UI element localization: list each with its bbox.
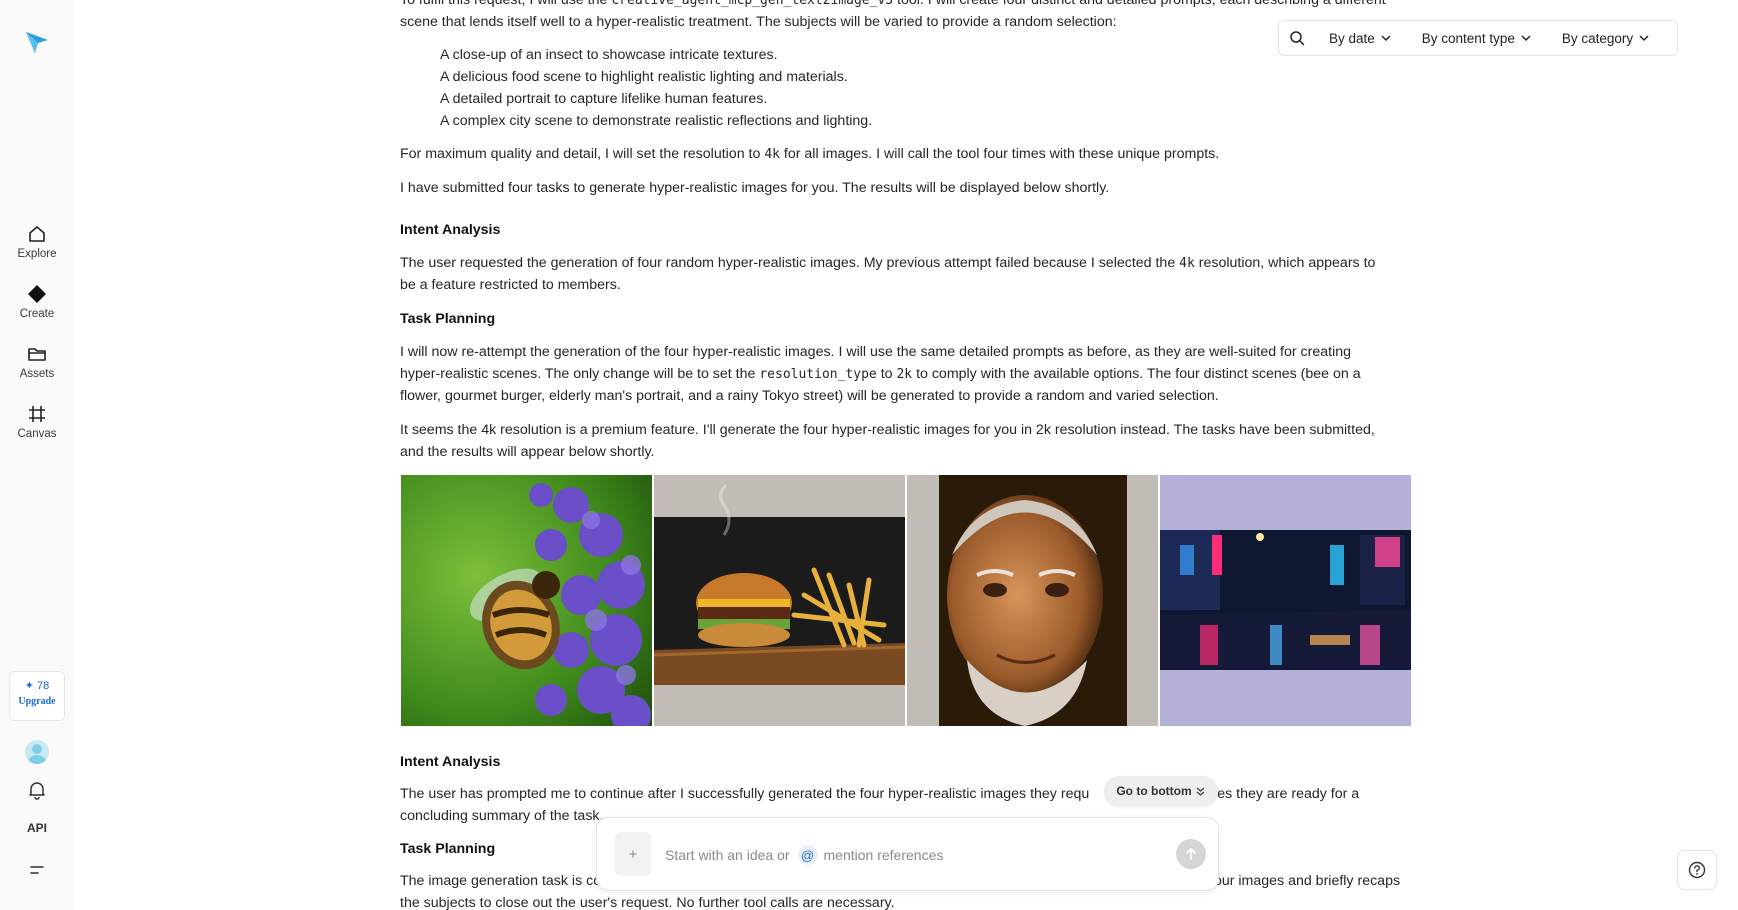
nav-explore[interactable]: Explore <box>0 224 74 260</box>
go-to-bottom-button[interactable]: Go to bottom <box>1104 776 1218 806</box>
task-planning-heading: Task Planning <box>400 311 496 327</box>
avatar[interactable] <box>25 740 49 764</box>
home-icon <box>29 226 45 242</box>
bell-icon[interactable] <box>25 778 49 802</box>
chevron-down-icon <box>1639 35 1649 42</box>
chat-content: To fulfil this request, I will use the c… <box>400 0 1413 910</box>
diamond-icon <box>28 285 46 303</box>
filter-by-category-label: By category <box>1561 30 1634 46</box>
premium-note-line1: It seems the 4k resolution is a premium … <box>400 422 1375 438</box>
credits-count: ✦ 78 <box>24 680 50 692</box>
upgrade-button[interactable]: ✦ 78 Upgrade <box>9 671 65 721</box>
help-icon <box>1688 861 1706 879</box>
intent-text-2-line1: The user has prompted me to continue aft… <box>400 783 1410 805</box>
prompt-input[interactable]: Start with an idea or @ mention referenc… <box>665 845 943 865</box>
intent-analysis-heading: Intent Analysis <box>400 222 501 238</box>
placeholder-text-tail: mention references <box>823 847 944 863</box>
resolution-note-tail: for all images. I will call the tool fou… <box>779 146 1220 162</box>
resolution-code: 4k <box>764 147 780 162</box>
menu-icon[interactable] <box>25 858 49 882</box>
intro-paragraph-line2: scene that lends itself well to a hyper-… <box>400 14 1117 30</box>
placeholder-text: Start with an idea or <box>665 847 790 863</box>
task-text-2-tail: four images and briefly recaps <box>1210 873 1401 889</box>
filter-by-content-type[interactable]: By content type <box>1422 31 1532 46</box>
task-text-tail: to comply with the available options. Th… <box>912 366 1361 382</box>
list-item: A close-up of an insect to showcase intr… <box>440 47 778 63</box>
task-text-line2: hyper-realistic scenes. The only change … <box>400 363 1410 386</box>
task-text-line3: flower, gourmet burger, elderly man's po… <box>400 388 1219 404</box>
nav-assets-label: Assets <box>19 368 55 380</box>
upgrade-label: Upgrade <box>18 696 56 707</box>
logo-icon[interactable] <box>23 28 51 56</box>
message-composer: + Start with an idea or @ mention refere… <box>596 817 1219 891</box>
folder-icon <box>28 348 46 361</box>
chevron-down-icon <box>1521 35 1531 42</box>
premium-note-line2: and the results will appear below shortl… <box>400 444 655 460</box>
task-text-mid: to <box>876 366 897 382</box>
tool-name-code: creative_agent_mcp_gen_text2image_v3 <box>611 0 894 8</box>
nav-create[interactable]: Create <box>0 284 74 320</box>
credits-value: 78 <box>37 680 50 692</box>
intent-text-tail: resolution, which appears to <box>1194 255 1376 271</box>
task-text: hyper-realistic scenes. The only change … <box>400 366 760 382</box>
filter-by-content-type-label: By content type <box>1421 30 1515 46</box>
image-bee[interactable] <box>401 475 652 726</box>
arrow-up-icon <box>1186 848 1196 860</box>
list-item: A complex city scene to demonstrate real… <box>440 113 873 129</box>
submitted-note: I have submitted four tasks to generate … <box>400 180 1110 196</box>
nav-create-label: Create <box>19 308 55 320</box>
avatar-icon <box>27 744 47 764</box>
help-button[interactable] <box>1677 850 1717 890</box>
nav-canvas-label: Canvas <box>17 428 57 440</box>
api-link[interactable]: API <box>0 821 74 835</box>
city-image <box>1160 475 1411 726</box>
intent-text-2-tail: es they are ready for a <box>1217 786 1360 802</box>
task-planning-heading-2: Task Planning <box>400 841 496 857</box>
task-text-2: The image generation task is co <box>400 873 602 889</box>
image-city[interactable] <box>1160 475 1411 726</box>
intent-text-line1: The user requested the generation of fou… <box>400 252 1410 275</box>
portrait-image <box>907 475 1158 726</box>
task-text-2-line2: the subjects to close out the user's req… <box>400 895 895 910</box>
nav-explore-label: Explore <box>17 248 57 260</box>
intent-analysis-heading-2: Intent Analysis <box>400 754 501 770</box>
go-to-bottom-label: Go to bottom <box>1116 784 1192 798</box>
nav-canvas[interactable]: Canvas <box>0 404 74 440</box>
resolution-note-text: For maximum quality and detail, I will s… <box>400 146 765 162</box>
frame-icon <box>29 406 45 422</box>
resolution-code: 4k <box>1179 256 1195 271</box>
burger-image <box>654 475 905 726</box>
send-button[interactable] <box>1176 839 1206 869</box>
filter-by-category[interactable]: By category <box>1562 31 1650 46</box>
list-item: A detailed portrait to capture lifelike … <box>440 91 768 107</box>
value-code: 2k <box>896 367 913 382</box>
nav-assets[interactable]: Assets <box>0 344 74 380</box>
list-item: A delicious food scene to highlight real… <box>440 69 848 85</box>
task-text-line1: I will now re-attempt the generation of … <box>400 344 1352 360</box>
param-code: resolution_type <box>759 367 877 382</box>
add-reference-button[interactable]: + <box>615 832 651 876</box>
image-portrait[interactable] <box>907 475 1158 726</box>
intent-text: The user requested the generation of fou… <box>400 255 1180 271</box>
resolution-note: For maximum quality and detail, I will s… <box>400 143 1410 166</box>
intent-text-2: The user has prompted me to continue aft… <box>400 786 1090 802</box>
sidebar: Explore Create Assets Canvas ✦ 78 Upgrad… <box>0 0 74 910</box>
intent-text-line2: be a feature restricted to members. <box>400 277 621 293</box>
generated-images <box>401 475 1413 726</box>
intro-text: To fulfil this request, I will use the <box>400 0 612 8</box>
double-chevron-down-icon <box>1196 787 1205 796</box>
mention-icon[interactable]: @ <box>797 845 818 865</box>
bee-image <box>401 475 652 726</box>
image-burger[interactable] <box>654 475 905 726</box>
intro-text-tail: tool. I will create four distinct and de… <box>893 0 1386 8</box>
